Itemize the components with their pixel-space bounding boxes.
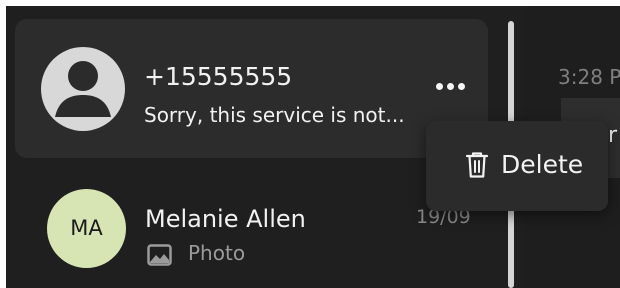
message-timestamp: 3:28 P — [558, 65, 620, 89]
more-options-button[interactable] — [430, 76, 470, 96]
more-dot — [447, 83, 454, 90]
contact-avatar-generic — [41, 47, 125, 131]
conversation-name[interactable]: Melanie Allen — [145, 204, 306, 234]
context-menu: Delete — [426, 121, 608, 211]
photo-icon — [147, 244, 172, 266]
delete-label: Delete — [501, 150, 584, 179]
person-icon — [55, 61, 111, 117]
more-dot — [458, 83, 465, 90]
more-horizontal-icon — [436, 83, 443, 90]
contact-avatar-initials: MA — [47, 189, 126, 268]
conversation-snippet: Sorry, this service is not... — [144, 103, 405, 127]
delete-menu-item[interactable]: Delete — [426, 121, 608, 211]
messages-app: +15555555 Sorry, this service is not... … — [6, 6, 620, 288]
conversation-name: +15555555 — [144, 62, 293, 91]
trash-icon — [465, 152, 489, 178]
message-bubble-text: r — [608, 123, 618, 148]
conversation-snippet: Photo — [188, 241, 246, 265]
